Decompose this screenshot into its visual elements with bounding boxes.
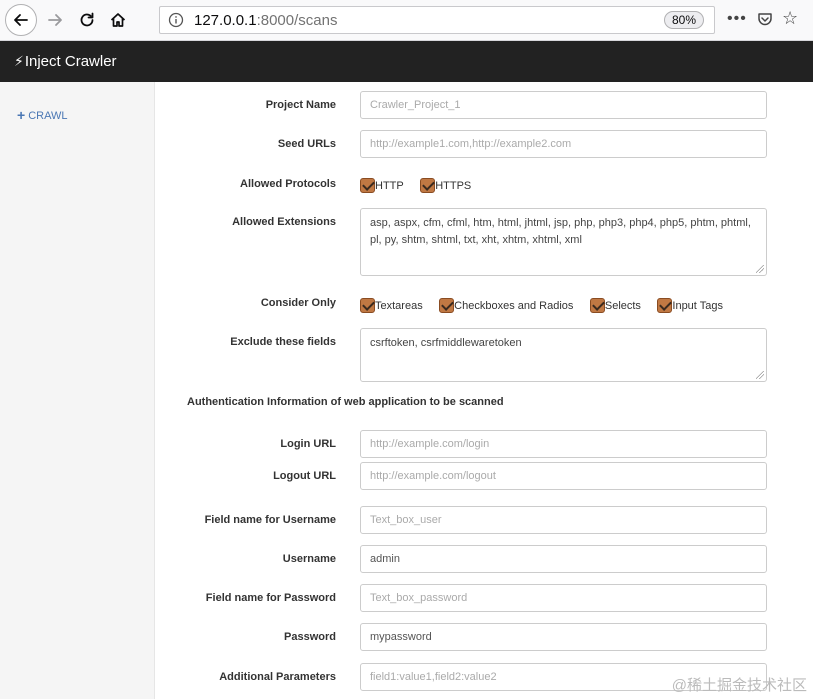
- forward-button[interactable]: [41, 6, 69, 34]
- back-arrow-icon: [14, 14, 28, 26]
- allowed-extensions-value: asp, aspx, cfm, cfml, htm, html, jhtml, …: [370, 217, 751, 246]
- reload-button[interactable]: [73, 6, 101, 34]
- home-icon: [110, 13, 126, 27]
- checkbox-label: Checkboxes and Radios: [454, 299, 574, 312]
- username-field-label: Field name for Username: [204, 514, 336, 526]
- checkbox-label: HTTPS: [435, 179, 472, 192]
- password-field-label: Field name for Password: [205, 592, 336, 604]
- resize-grip-icon[interactable]: [756, 371, 764, 379]
- app-navbar: ⚡Inject Crawler: [0, 41, 813, 82]
- allowed-extensions-label: Allowed Extensions: [232, 216, 336, 228]
- consider-only-label: Consider Only: [260, 297, 336, 309]
- exclude-fields-label: Exclude these fields: [230, 336, 336, 348]
- checkbox-checked-icon: [439, 298, 455, 314]
- consider-only-group: Textareas Checkboxes and Radios Selects …: [360, 297, 735, 315]
- bookmark-star-icon[interactable]: ☆: [782, 8, 798, 29]
- brand-link[interactable]: ⚡Inject Crawler: [14, 53, 117, 70]
- login-url-label: Login URL: [280, 438, 336, 450]
- additional-params-label: Additional Parameters: [219, 671, 336, 683]
- checkbox-label: Selects: [604, 299, 641, 312]
- username-label: Username: [282, 553, 336, 565]
- page-actions-icon[interactable]: •••: [727, 10, 747, 28]
- resize-grip-icon[interactable]: [756, 265, 764, 273]
- checkbox-checked-icon: [657, 298, 673, 314]
- seed-urls-input[interactable]: http://example1.com,http://example2.com: [360, 130, 767, 158]
- checkbox-label: Input Tags: [672, 299, 723, 312]
- protocol-http-checkbox[interactable]: HTTP: [360, 177, 404, 195]
- project-name-input[interactable]: Crawler_Project_1: [360, 91, 767, 119]
- checkbox-checked-icon: [360, 298, 375, 314]
- reload-icon: [80, 12, 94, 27]
- address-bar[interactable]: 127.0.0.1:8000/scans 80%: [159, 6, 715, 34]
- username-input[interactable]: admin: [360, 545, 767, 573]
- selects-checkbox[interactable]: Selects: [589, 297, 641, 315]
- password-field-input[interactable]: Text_box_password: [360, 584, 767, 612]
- logout-url-label: Logout URL: [273, 470, 336, 482]
- home-button[interactable]: [104, 6, 132, 34]
- sidebar-item-label: CRAWL: [28, 110, 68, 122]
- checkbox-checked-icon: [360, 178, 375, 194]
- checkboxes-radios-checkbox[interactable]: Checkboxes and Radios: [439, 297, 573, 315]
- textareas-checkbox[interactable]: Textareas: [360, 297, 423, 315]
- allowed-protocols-label: Allowed Protocols: [240, 178, 336, 190]
- project-name-label: Project Name: [265, 99, 336, 111]
- url-host: 127.0.0.1: [194, 12, 257, 29]
- forward-arrow-icon: [48, 14, 62, 26]
- allowed-extensions-textarea[interactable]: asp, aspx, cfm, cfml, htm, html, jhtml, …: [360, 208, 767, 276]
- exclude-fields-value: csrftoken, csrfmiddlewaretoken: [370, 337, 522, 349]
- checkbox-checked-icon: [420, 178, 436, 194]
- url-text: 127.0.0.1:8000/scans: [194, 12, 337, 29]
- checkbox-checked-icon: [589, 298, 605, 314]
- site-info-icon[interactable]: [168, 12, 184, 33]
- login-url-input[interactable]: http://example.com/login: [360, 430, 767, 458]
- sidebar-item-crawl[interactable]: + CRAWL: [17, 107, 68, 123]
- exclude-fields-textarea[interactable]: csrftoken, csrfmiddlewaretoken: [360, 328, 767, 382]
- password-label: Password: [284, 631, 336, 643]
- sidebar: + CRAWL: [0, 82, 155, 699]
- username-field-input[interactable]: Text_box_user: [360, 506, 767, 534]
- checkbox-label: HTTP: [375, 179, 404, 192]
- scan-form: Project Name Crawler_Project_1 Seed URLs…: [155, 82, 813, 699]
- password-input[interactable]: mypassword: [360, 623, 767, 651]
- seed-urls-label: Seed URLs: [277, 138, 336, 150]
- brand-title: Inject Crawler: [24, 53, 117, 70]
- plus-icon: +: [17, 107, 26, 123]
- input-tags-checkbox[interactable]: Input Tags: [657, 297, 723, 315]
- auth-section-heading: Authentication Information of web applic…: [187, 396, 504, 408]
- pocket-icon[interactable]: [757, 11, 773, 32]
- bolt-icon: ⚡: [14, 53, 24, 69]
- url-path: :8000/scans: [256, 12, 338, 29]
- protocol-https-checkbox[interactable]: HTTPS: [420, 177, 471, 195]
- back-button[interactable]: [5, 4, 37, 36]
- zoom-indicator[interactable]: 80%: [663, 11, 704, 29]
- logout-url-input[interactable]: http://example.com/logout: [360, 462, 767, 490]
- watermark: @稀土掘金技术社区: [671, 677, 807, 694]
- browser-toolbar: 127.0.0.1:8000/scans 80% ••• ☆: [0, 0, 813, 41]
- checkbox-label: Textareas: [375, 299, 423, 312]
- allowed-protocols-group: HTTP HTTPS: [360, 177, 483, 195]
